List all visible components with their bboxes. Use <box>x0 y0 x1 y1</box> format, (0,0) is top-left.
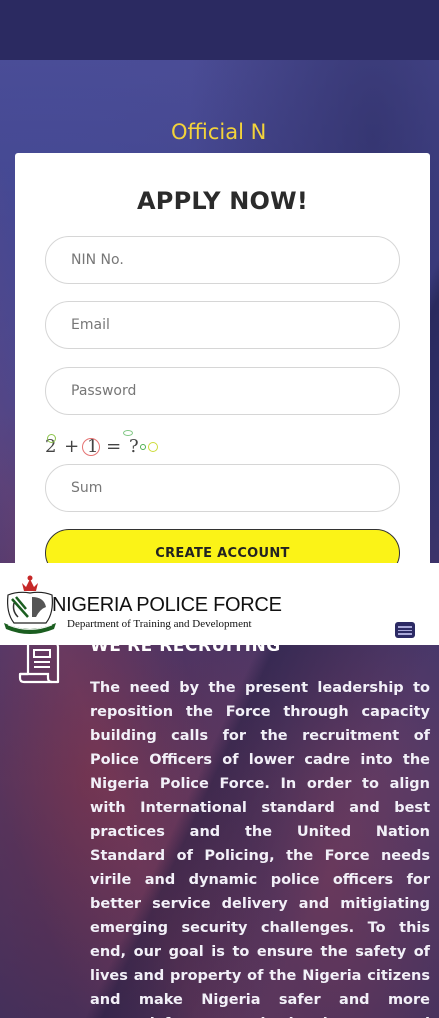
nin-field[interactable] <box>45 236 400 284</box>
captcha-noise <box>148 442 158 452</box>
captcha-noise <box>140 444 146 450</box>
navbar: NIGERIA POLICE FORCE Department of Train… <box>0 563 439 645</box>
document-icon <box>18 641 60 684</box>
email-input[interactable] <box>46 302 399 348</box>
apply-form-card: APPLY NOW! 2 + 1 = ? CREATE ACCOUNT <box>15 153 430 577</box>
recruiting-body: The need by the present leadership to re… <box>90 680 430 1018</box>
email-field[interactable] <box>45 301 400 349</box>
top-bar <box>0 0 439 60</box>
sum-field[interactable] <box>45 464 400 512</box>
form-title: APPLY NOW! <box>137 187 308 215</box>
password-field[interactable] <box>45 367 400 415</box>
sum-input[interactable] <box>46 465 399 511</box>
captcha-noise <box>123 430 133 436</box>
captcha-noise <box>47 434 56 443</box>
nin-input[interactable] <box>46 237 399 283</box>
captcha-image: 2 + 1 = ? <box>45 430 165 462</box>
captcha-noise <box>82 438 100 456</box>
brand-name[interactable]: NIGERIA POLICE FORCE <box>52 594 282 617</box>
police-crest-icon[interactable] <box>2 573 58 639</box>
brand-subtitle: Department of Training and Development <box>67 618 252 630</box>
hero-title: Official N <box>171 120 266 144</box>
hamburger-menu-icon[interactable] <box>395 622 415 638</box>
password-input[interactable] <box>46 368 399 414</box>
